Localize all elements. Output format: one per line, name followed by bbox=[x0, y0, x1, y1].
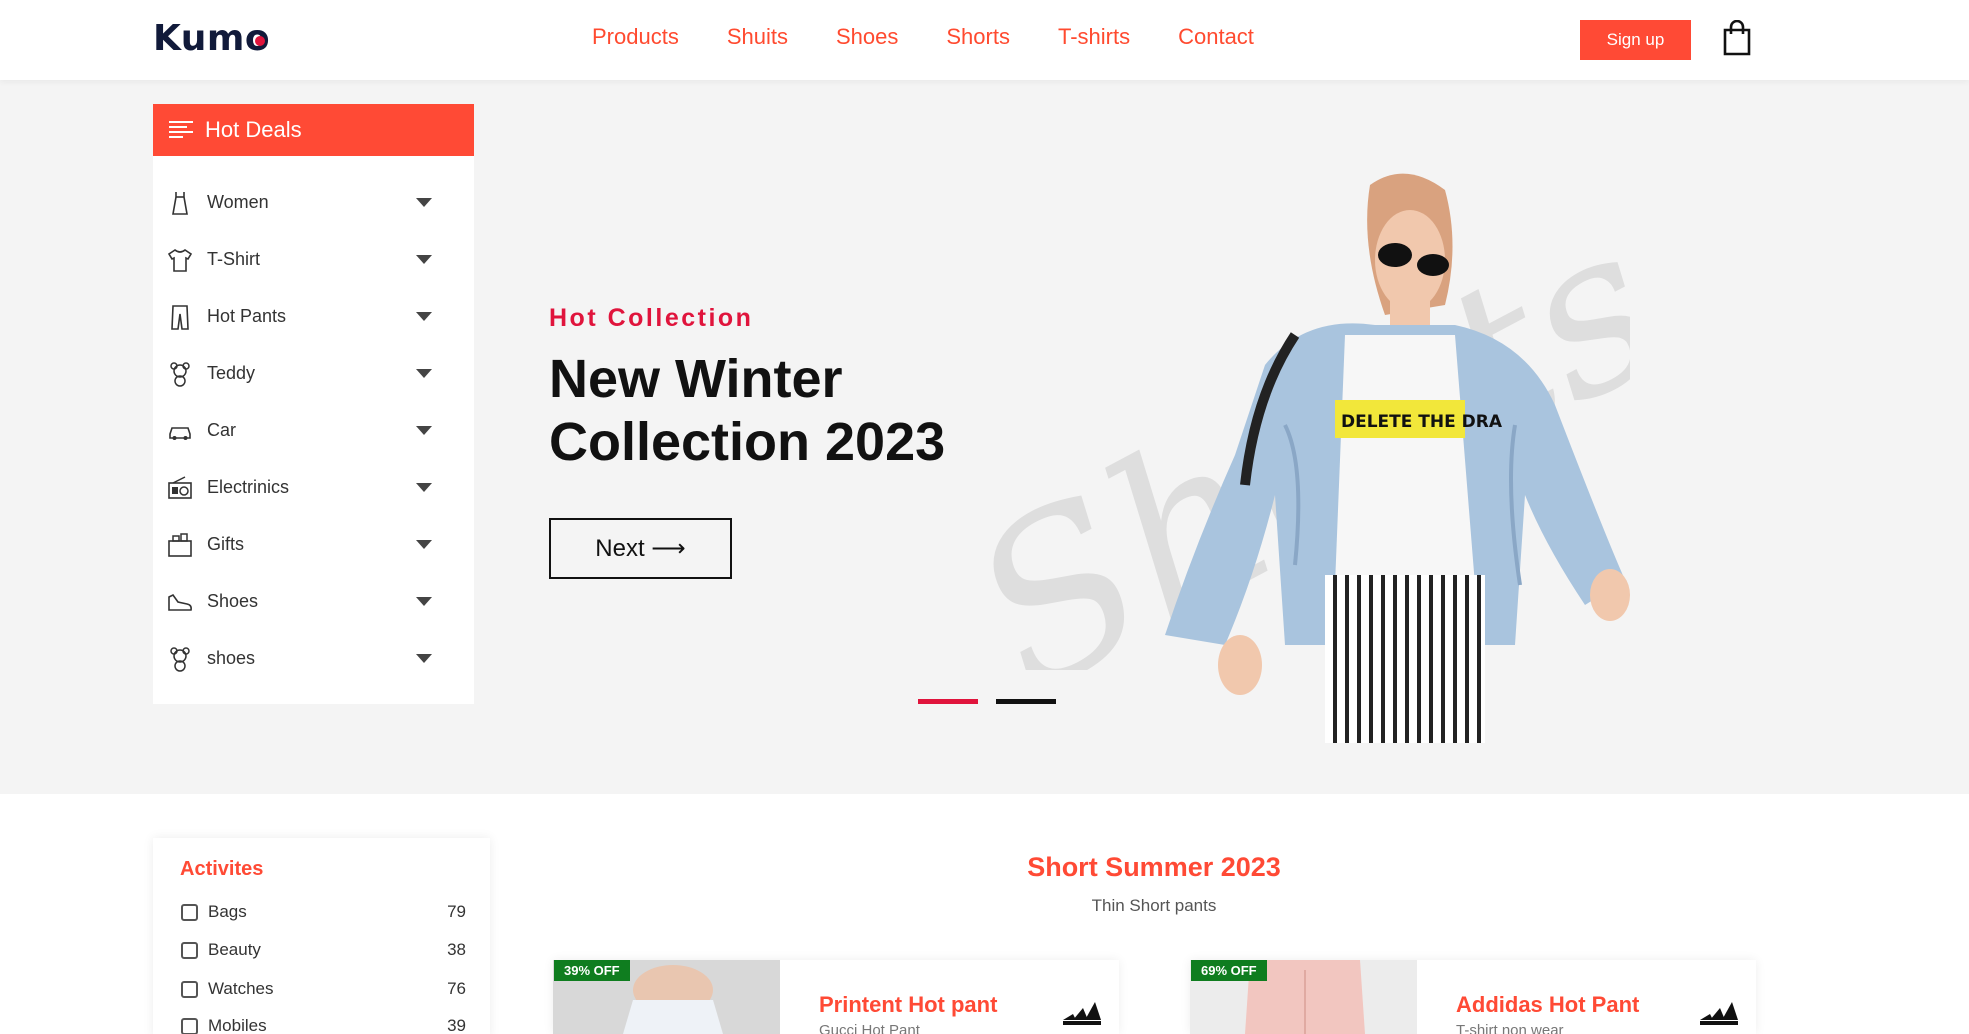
category-label: Shoes bbox=[207, 591, 259, 611]
product-name[interactable]: Printent Hot pant bbox=[819, 992, 997, 1018]
radio-icon bbox=[168, 475, 192, 499]
hero-subtitle: Hot Collection bbox=[549, 304, 754, 332]
nav-link-products[interactable]: Products bbox=[592, 24, 679, 50]
gift-icon bbox=[168, 532, 192, 557]
logo[interactable]: Kumo bbox=[153, 18, 270, 59]
next-slide-button[interactable]: Next ⟶ bbox=[549, 518, 732, 579]
shoe-icon bbox=[168, 593, 192, 611]
chevron-down-icon[interactable] bbox=[416, 426, 432, 435]
category-item-car[interactable]: Car bbox=[153, 402, 474, 459]
shopping-bag-icon[interactable] bbox=[1722, 20, 1752, 56]
chevron-down-icon[interactable] bbox=[416, 540, 432, 549]
category-item-hot-pants[interactable]: Hot Pants bbox=[153, 288, 474, 345]
section-title: Short Summer 2023 bbox=[1027, 852, 1281, 882]
section-subtitle: Thin Short pants bbox=[1091, 896, 1217, 915]
filter-count: 38 bbox=[447, 940, 466, 959]
filter-label: Mobiles bbox=[208, 1016, 267, 1034]
nav-link-shuits[interactable]: Shuits bbox=[727, 24, 788, 50]
discount-badge: 39% OFF bbox=[554, 960, 630, 981]
filter-item-watches[interactable]: Watches 76 bbox=[181, 977, 466, 1001]
category-label: Car bbox=[207, 420, 237, 440]
hot-deals-title: Hot Deals bbox=[205, 117, 302, 142]
teddy-icon bbox=[170, 361, 190, 387]
chevron-down-icon[interactable] bbox=[416, 312, 432, 321]
chevron-down-icon[interactable] bbox=[416, 597, 432, 606]
category-item-electronics[interactable]: Electrinics bbox=[153, 459, 474, 516]
nav-link-shorts[interactable]: Shorts bbox=[946, 24, 1010, 50]
filter-count: 79 bbox=[447, 902, 466, 921]
chevron-down-icon[interactable] bbox=[416, 255, 432, 264]
teddy-icon bbox=[170, 646, 190, 672]
hero-title: New Winter Collection 2023 bbox=[549, 349, 946, 472]
dress-icon bbox=[172, 191, 188, 215]
category-list: Women T-Shirt Hot Pants Teddy Car Electr… bbox=[153, 156, 474, 687]
slider-dot[interactable] bbox=[996, 699, 1056, 704]
activities-filter: Activites Bags 79 Beauty 38 Watches 76 M… bbox=[153, 838, 490, 1034]
category-item-women[interactable]: Women bbox=[153, 174, 474, 231]
category-item-gifts[interactable]: Gifts bbox=[153, 516, 474, 573]
hot-deals-header[interactable]: Hot Deals bbox=[153, 104, 474, 156]
category-item-tshirt[interactable]: T-Shirt bbox=[153, 231, 474, 288]
filter-item-mobiles[interactable]: Mobiles 39 bbox=[181, 1014, 466, 1034]
product-subtitle: Gucci Hot Pant bbox=[819, 1022, 920, 1034]
checkbox[interactable] bbox=[181, 903, 198, 921]
tshirt-icon bbox=[167, 248, 193, 272]
site-header: Kumo Products Shuits Shoes Shorts T-shir… bbox=[0, 0, 1969, 80]
sign-up-button[interactable]: Sign up bbox=[1580, 20, 1691, 60]
menu-icon bbox=[169, 121, 193, 138]
filter-label: Watches bbox=[208, 979, 274, 998]
car-icon bbox=[169, 426, 191, 440]
product-name[interactable]: Addidas Hot Pant bbox=[1456, 992, 1639, 1018]
category-label: shoes bbox=[207, 648, 256, 668]
nav-link-shoes[interactable]: Shoes bbox=[836, 24, 898, 50]
category-item-shoes[interactable]: Shoes bbox=[153, 573, 474, 630]
category-label: Women bbox=[207, 192, 269, 212]
checkbox[interactable] bbox=[181, 1017, 198, 1034]
checkbox[interactable] bbox=[181, 980, 198, 998]
filter-label: Beauty bbox=[208, 940, 261, 959]
filter-count: 76 bbox=[447, 979, 466, 998]
pants-icon bbox=[171, 304, 189, 330]
filter-label: Bags bbox=[208, 902, 247, 921]
category-label: Teddy bbox=[207, 363, 256, 383]
svg-text:DELETE THE DRA: DELETE THE DRA bbox=[1341, 412, 1503, 432]
category-label: Hot Pants bbox=[207, 306, 287, 326]
filter-item-beauty[interactable]: Beauty 38 bbox=[181, 938, 466, 962]
discount-badge: 69% OFF bbox=[1191, 960, 1267, 981]
product-card[interactable]: 39% OFF Printent Hot pant Gucci Hot Pant bbox=[553, 960, 1119, 1034]
logo-dot bbox=[255, 36, 265, 46]
filter-title: Activites bbox=[180, 858, 264, 880]
adidas-logo-icon bbox=[1700, 1002, 1738, 1025]
nav-link-tshirts[interactable]: T-shirts bbox=[1058, 24, 1130, 50]
chevron-down-icon[interactable] bbox=[416, 483, 432, 492]
product-card[interactable]: 69% OFF Addidas Hot Pant T-shirt non wea… bbox=[1190, 960, 1756, 1034]
filter-item-bags[interactable]: Bags 79 bbox=[181, 900, 466, 924]
chevron-down-icon[interactable] bbox=[416, 198, 432, 207]
category-label: Gifts bbox=[207, 534, 245, 554]
category-label: T-Shirt bbox=[207, 249, 261, 269]
adidas-logo-icon bbox=[1063, 1002, 1101, 1025]
nav-link-contact[interactable]: Contact bbox=[1178, 24, 1254, 50]
product-subtitle: T-shirt non wear bbox=[1456, 1022, 1564, 1034]
hero-model-image: DELETE THE DRA bbox=[1165, 173, 1630, 743]
filter-count: 39 bbox=[447, 1016, 466, 1034]
category-item-shoes-2[interactable]: shoes bbox=[153, 630, 474, 687]
category-label: Electrinics bbox=[207, 477, 290, 497]
category-item-teddy[interactable]: Teddy bbox=[153, 345, 474, 402]
chevron-down-icon[interactable] bbox=[416, 369, 432, 378]
main-nav: Products Shuits Shoes Shorts T-shirts Co… bbox=[592, 24, 1302, 50]
slider-dot-active[interactable] bbox=[918, 699, 978, 704]
chevron-down-icon[interactable] bbox=[416, 654, 432, 663]
checkbox[interactable] bbox=[181, 941, 198, 959]
hot-deals-menu: Hot Deals Women T-Shirt Hot Pants Teddy … bbox=[153, 104, 474, 704]
